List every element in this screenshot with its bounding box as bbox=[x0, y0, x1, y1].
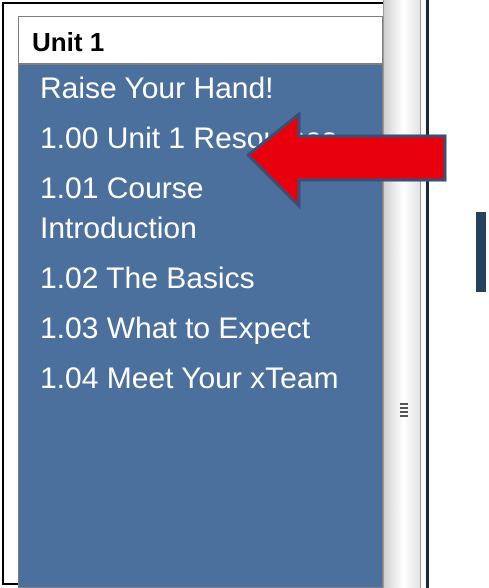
content-edge-element bbox=[476, 212, 486, 292]
nav-item-what-to-expect[interactable]: 1.03 What to Expect bbox=[40, 309, 340, 359]
scroll-grip-icon[interactable] bbox=[400, 403, 408, 417]
nav-item-meet-your-xteam[interactable]: 1.04 Meet Your xTeam bbox=[40, 359, 340, 409]
unit-title: Unit 1 bbox=[19, 17, 382, 65]
vertical-scrollbar[interactable] bbox=[383, 0, 421, 588]
nav-item-the-basics[interactable]: 1.02 The Basics bbox=[40, 259, 340, 309]
unit-navigation-panel: Unit 1 Raise Your Hand! 1.00 Unit 1 Reso… bbox=[18, 16, 383, 588]
pane-divider-line bbox=[426, 0, 429, 588]
red-arrow-annotation-icon bbox=[246, 112, 447, 210]
arrow-shape bbox=[246, 112, 447, 210]
content-area bbox=[435, 0, 489, 588]
